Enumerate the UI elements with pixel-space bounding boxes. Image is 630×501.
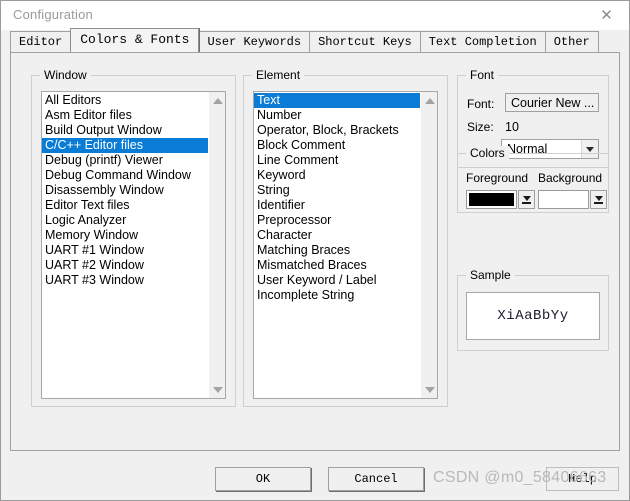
window-listbox-items: All Editors Asm Editor files Build Outpu…: [42, 92, 208, 398]
foreground-swatch[interactable]: [466, 190, 517, 209]
tab-other[interactable]: Other: [544, 31, 599, 52]
configuration-dialog: Configuration ✕ Editor Colors & Fonts Us…: [0, 0, 630, 501]
ok-button[interactable]: OK: [215, 467, 311, 491]
list-item[interactable]: Mismatched Braces: [254, 258, 420, 273]
list-item[interactable]: String: [254, 183, 420, 198]
list-item[interactable]: Debug (printf) Viewer: [42, 153, 208, 168]
list-item[interactable]: Editor Text files: [42, 198, 208, 213]
watermark-text: CSDN @m0_58406663: [433, 469, 607, 486]
list-item[interactable]: Disassembly Window: [42, 183, 208, 198]
close-icon[interactable]: ✕: [584, 1, 629, 29]
element-groupbox-title: Element: [252, 68, 305, 82]
font-picker-button[interactable]: Courier New ...: [505, 93, 599, 112]
tab-shortcut-keys[interactable]: Shortcut Keys: [309, 31, 421, 52]
list-item[interactable]: Debug Command Window: [42, 168, 208, 183]
window-title: Configuration: [13, 7, 93, 22]
list-item[interactable]: Keyword: [254, 168, 420, 183]
tab-editor[interactable]: Editor: [10, 31, 72, 52]
window-groupbox-title: Window: [40, 68, 91, 82]
scroll-down-icon[interactable]: [209, 381, 225, 398]
list-item[interactable]: Memory Window: [42, 228, 208, 243]
scroll-up-icon[interactable]: [421, 92, 437, 109]
list-item[interactable]: UART #1 Window: [42, 243, 208, 258]
element-listbox[interactable]: Text Number Operator, Block, Brackets Bl…: [253, 91, 438, 399]
list-item[interactable]: UART #3 Window: [42, 273, 208, 288]
background-label: Background: [538, 171, 603, 185]
font-groupbox-title: Font: [466, 68, 499, 82]
tab-text-completion[interactable]: Text Completion: [419, 31, 546, 52]
list-item[interactable]: Block Comment: [254, 138, 420, 153]
list-item-selected[interactable]: C/C++ Editor files: [42, 138, 208, 153]
list-item[interactable]: Build Output Window: [42, 123, 208, 138]
list-item[interactable]: Logic Analyzer: [42, 213, 208, 228]
sample-groupbox-title: Sample: [466, 268, 515, 282]
scroll-up-icon[interactable]: [209, 92, 225, 109]
element-listbox-scrollbar[interactable]: [420, 92, 437, 398]
list-item[interactable]: Identifier: [254, 198, 420, 213]
scroll-down-icon[interactable]: [421, 381, 437, 398]
foreground-color-picker[interactable]: [466, 190, 535, 209]
sample-text: XiAaBbYy: [497, 308, 569, 324]
size-label: Size:: [467, 120, 494, 134]
background-color-picker[interactable]: [538, 190, 607, 209]
font-label: Font:: [467, 97, 495, 111]
foreground-label: Foreground: [466, 171, 529, 185]
tab-strip: Editor Colors & Fonts User Keywords Shor…: [10, 28, 599, 52]
window-listbox-scrollbar[interactable]: [208, 92, 225, 398]
sample-preview: XiAaBbYy: [466, 292, 600, 340]
colors-groupbox-title: Colors: [466, 146, 509, 160]
window-listbox[interactable]: All Editors Asm Editor files Build Outpu…: [41, 91, 226, 399]
foreground-dropdown-icon[interactable]: [518, 190, 535, 209]
list-item[interactable]: Matching Braces: [254, 243, 420, 258]
list-item[interactable]: Number: [254, 108, 420, 123]
list-item[interactable]: Asm Editor files: [42, 108, 208, 123]
list-item[interactable]: UART #2 Window: [42, 258, 208, 273]
background-swatch[interactable]: [538, 190, 589, 209]
title-bar: Configuration ✕: [1, 1, 629, 30]
background-dropdown-icon[interactable]: [590, 190, 607, 209]
list-item[interactable]: User Keyword / Label: [254, 273, 420, 288]
cancel-button[interactable]: Cancel: [328, 467, 424, 491]
size-value: 10: [505, 120, 519, 134]
tab-panel-colors-and-fonts: Window All Editors Asm Editor files Buil…: [10, 52, 620, 451]
list-item[interactable]: Line Comment: [254, 153, 420, 168]
list-item[interactable]: Incomplete String: [254, 288, 420, 303]
list-item[interactable]: All Editors: [42, 93, 208, 108]
list-item[interactable]: Operator, Block, Brackets: [254, 123, 420, 138]
tab-colors-and-fonts[interactable]: Colors & Fonts: [70, 28, 200, 52]
list-item-selected[interactable]: Text: [254, 93, 420, 108]
element-listbox-items: Text Number Operator, Block, Brackets Bl…: [254, 92, 420, 398]
tab-user-keywords[interactable]: User Keywords: [198, 31, 311, 52]
list-item[interactable]: Preprocessor: [254, 213, 420, 228]
list-item[interactable]: Character: [254, 228, 420, 243]
